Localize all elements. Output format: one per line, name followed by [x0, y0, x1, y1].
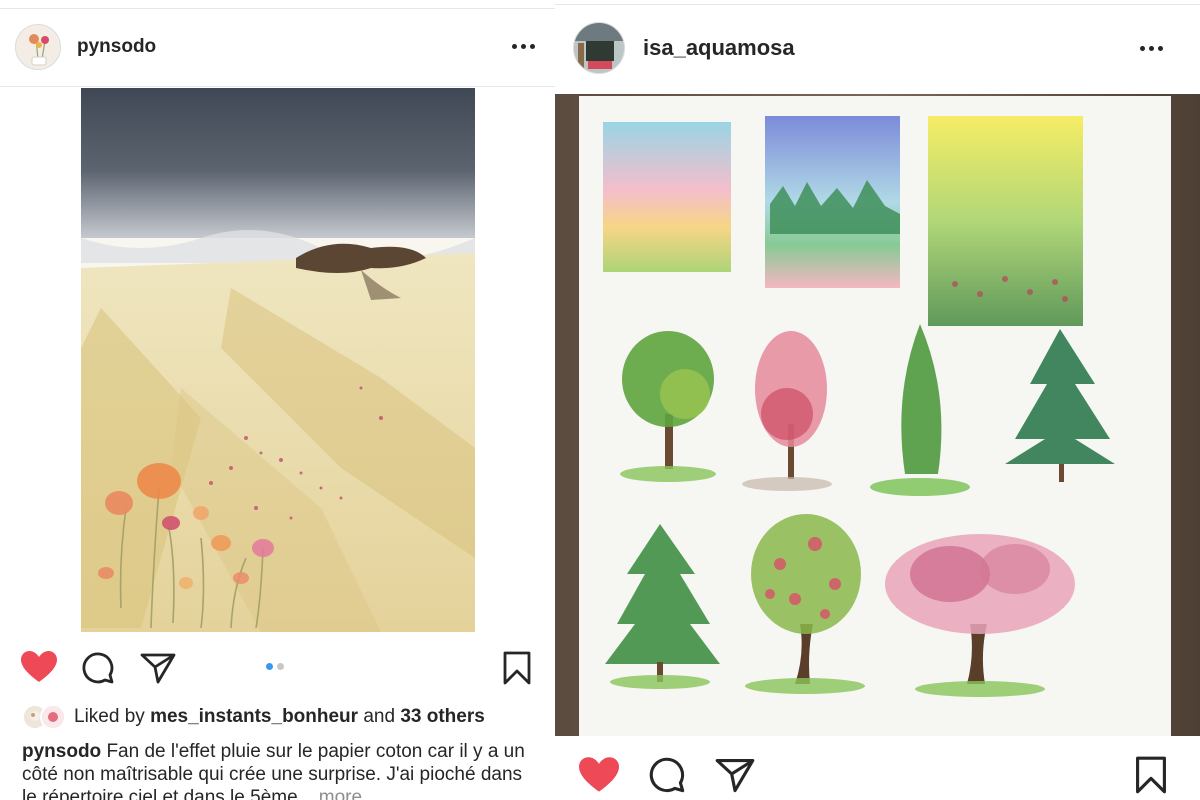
caption: pynsodo Fan de l'effet pluie sur le papi… [22, 740, 537, 800]
liked-by-label: Liked by [74, 706, 145, 727]
more-options-icon[interactable] [512, 44, 535, 49]
username[interactable]: isa_aquamosa [643, 35, 795, 61]
avatar-image [16, 25, 60, 69]
liked-by-user[interactable]: mes_instants_bonheur [150, 706, 358, 728]
watercolor-rain-field-painting [81, 88, 475, 632]
liker-avatars[interactable] [22, 704, 68, 730]
avatar[interactable] [573, 22, 625, 74]
heart-icon[interactable] [21, 651, 57, 683]
avatar[interactable] [15, 24, 61, 70]
carousel-dot [277, 663, 284, 670]
divider [0, 86, 555, 87]
avatar-image [574, 23, 624, 73]
divider [0, 8, 555, 9]
username[interactable]: pynsodo [77, 36, 156, 58]
bookmark-icon[interactable] [1135, 756, 1167, 794]
more-link[interactable]: more [319, 787, 362, 800]
avatar [40, 704, 66, 730]
caption-username[interactable]: pynsodo [22, 741, 101, 762]
post-image[interactable] [81, 88, 475, 632]
carousel-indicator [266, 663, 284, 670]
likes-row: Liked by mes_instants_bonheur and 33 oth… [22, 704, 485, 730]
send-icon[interactable] [140, 652, 176, 684]
send-icon[interactable] [715, 757, 755, 793]
post-pynsodo: pynsodo Liked by mes_instants_bonheur an… [0, 0, 555, 800]
watercolor-trees-study-painting [555, 94, 1200, 736]
action-bar [0, 648, 555, 688]
heart-icon[interactable] [579, 757, 619, 793]
liked-by-and: and [363, 706, 396, 727]
action-bar [555, 752, 1200, 796]
bookmark-icon[interactable] [503, 651, 531, 685]
likes-count[interactable]: 33 others [400, 706, 484, 728]
more-options-icon[interactable] [1140, 46, 1163, 51]
post-image[interactable] [555, 94, 1200, 736]
comment-icon[interactable] [81, 651, 115, 685]
post-isa-aquamosa: isa_aquamosa [555, 0, 1200, 800]
comment-icon[interactable] [648, 756, 686, 794]
divider [555, 4, 1200, 5]
post-header: pynsodo [0, 24, 555, 70]
carousel-dot-active [266, 663, 273, 670]
post-header: isa_aquamosa [555, 22, 1200, 74]
